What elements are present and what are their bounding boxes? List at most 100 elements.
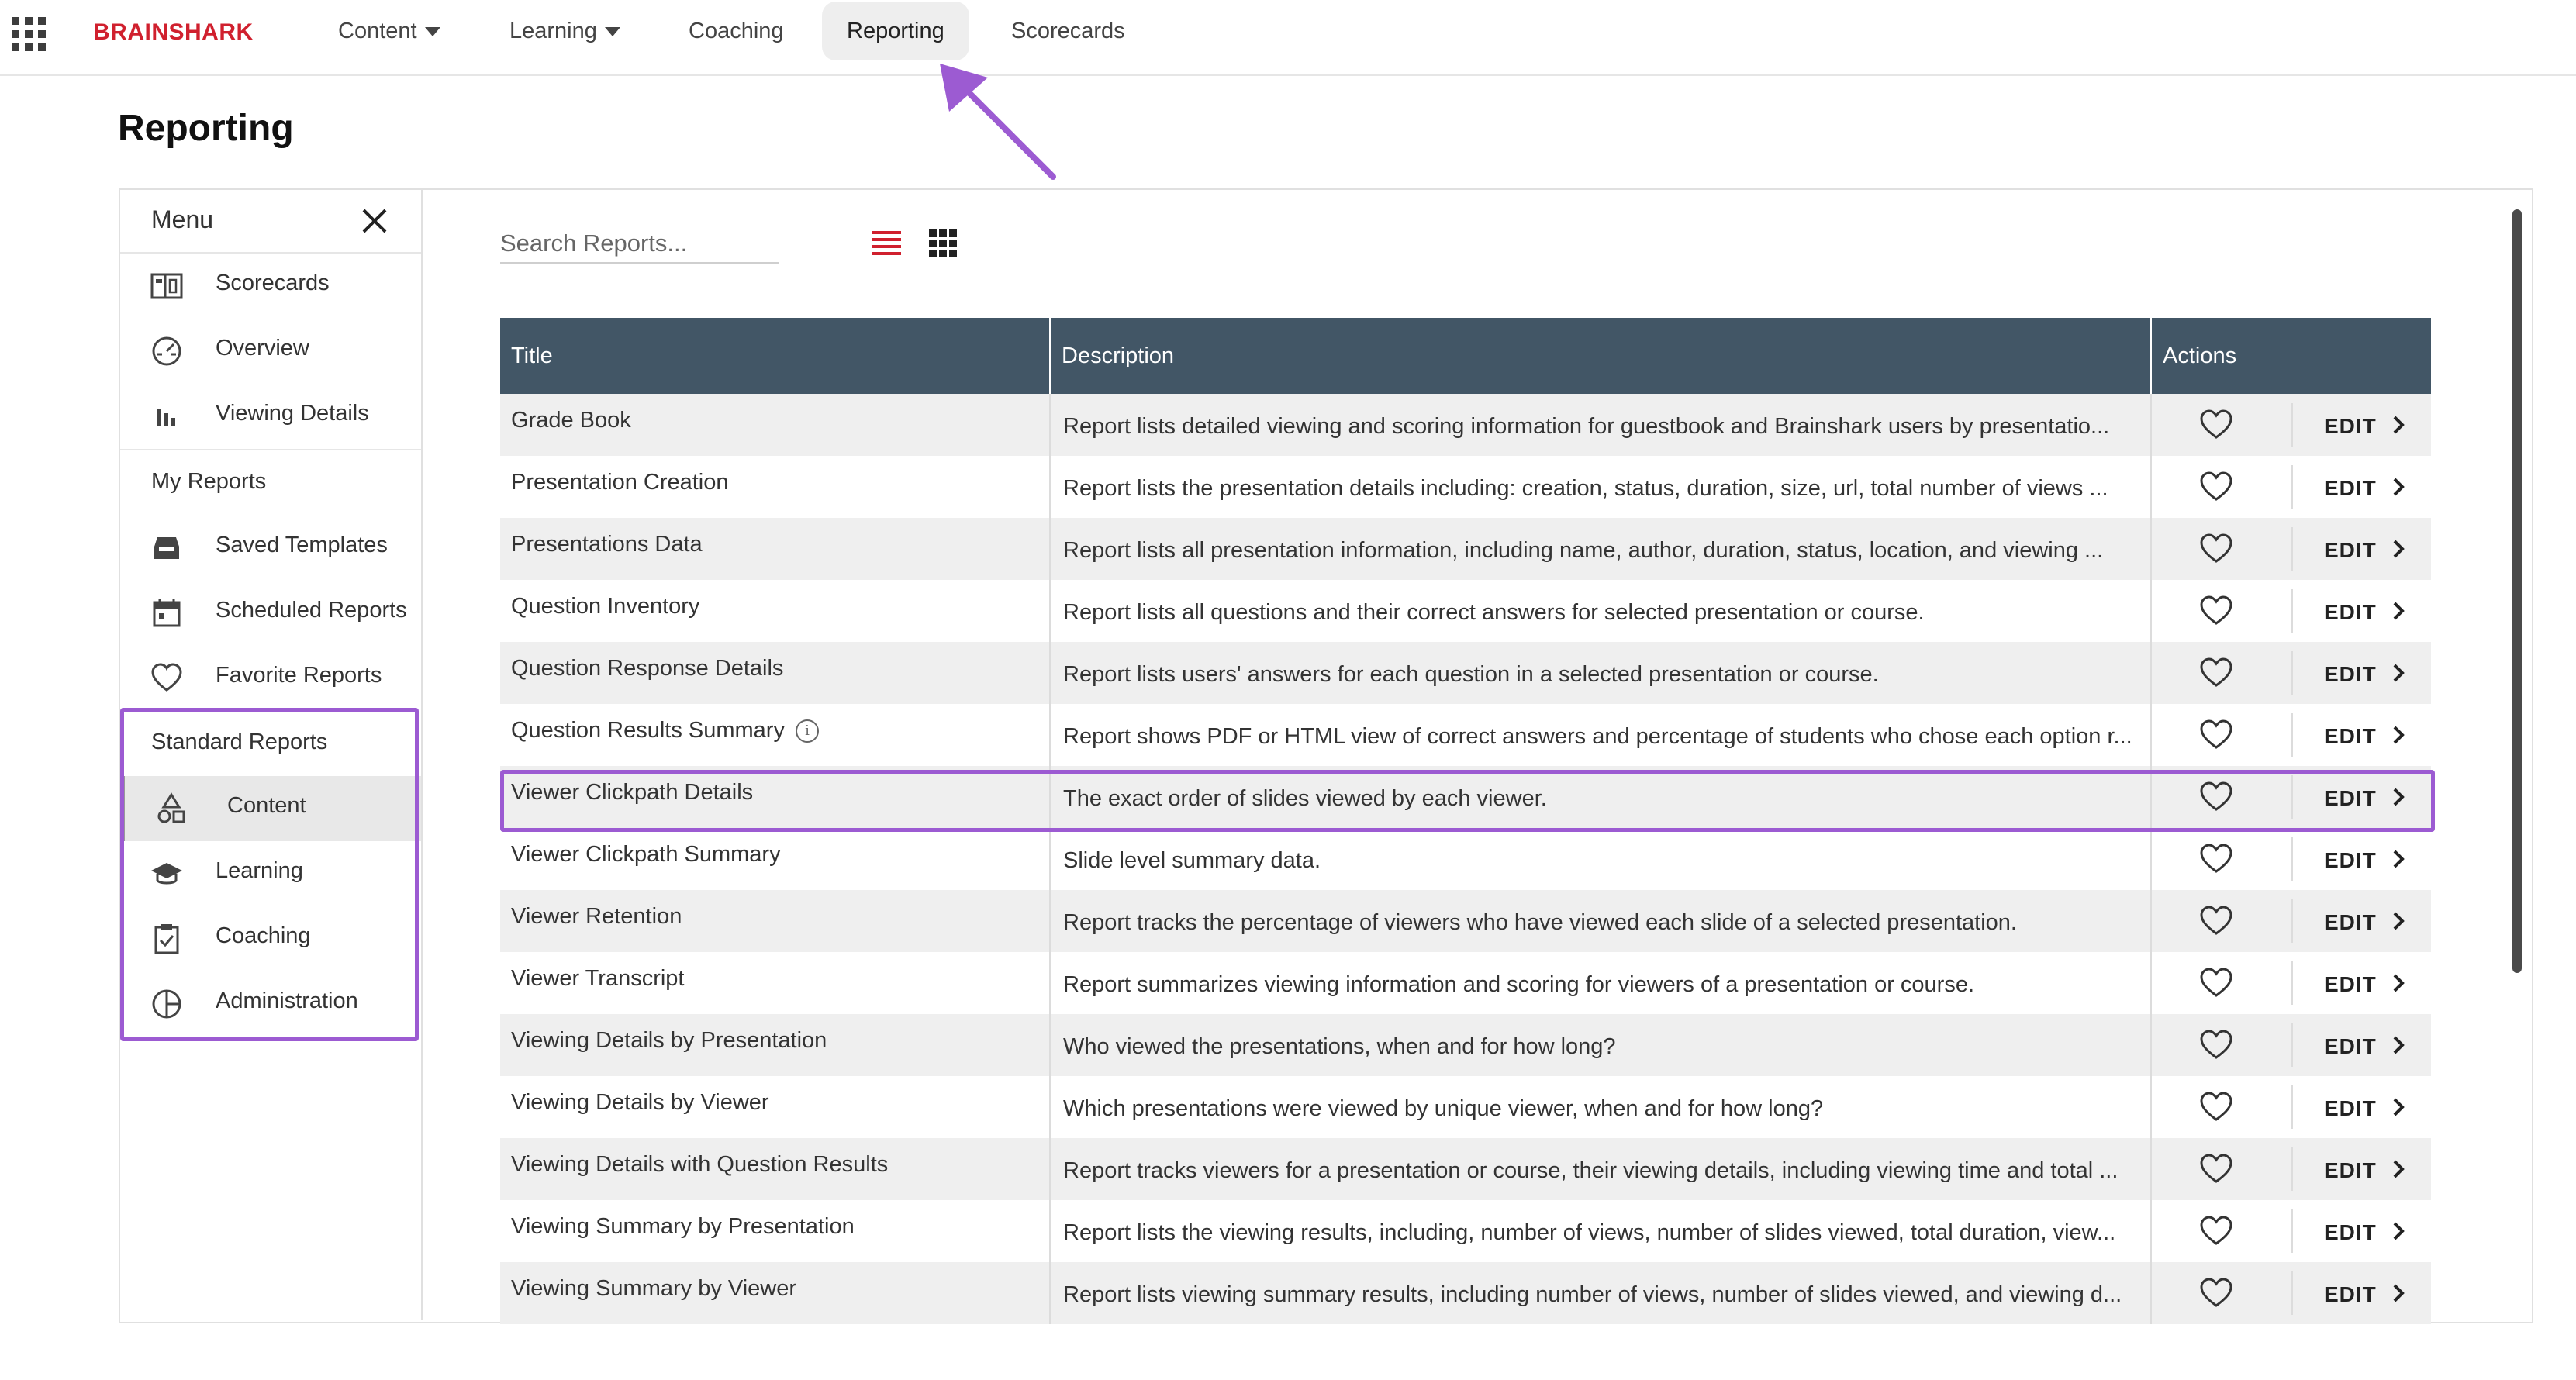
favorite-heart-icon[interactable] [2198, 1090, 2234, 1123]
favorite-heart-icon[interactable] [2198, 842, 2234, 875]
row-title[interactable]: Viewing Details by Viewer [500, 1076, 1051, 1138]
table-row[interactable]: Grade Book Report lists detailed viewing … [500, 394, 2431, 456]
edit-button[interactable]: EDIT [2324, 786, 2377, 811]
row-title[interactable]: Question Response Details [500, 642, 1051, 704]
search-input[interactable] [500, 225, 779, 264]
grid-view-icon[interactable] [929, 229, 957, 257]
row-title[interactable]: Presentations Data [500, 518, 1051, 580]
favorite-heart-icon[interactable] [2198, 470, 2234, 502]
chevron-right-icon[interactable] [2389, 1158, 2408, 1180]
table-row[interactable]: Viewer Clickpath Summary Slide level summ… [500, 828, 2431, 890]
table-row[interactable]: Viewing Details with Question Results Rep… [500, 1138, 2431, 1200]
nav-coaching[interactable]: Coaching [664, 0, 809, 62]
list-view-icon[interactable] [872, 231, 901, 256]
menu-item-coaching[interactable]: Coaching [120, 906, 421, 971]
favorite-heart-icon[interactable] [2198, 1028, 2234, 1061]
nav-content[interactable]: Content [313, 0, 465, 62]
row-title[interactable]: Question Results Summary i [500, 704, 1051, 766]
column-header-title[interactable]: Title [500, 318, 1051, 394]
favorite-heart-icon[interactable] [2198, 594, 2234, 626]
menu-item-learning[interactable]: Learning [120, 841, 421, 906]
favorite-heart-icon[interactable] [2198, 532, 2234, 564]
menu-item-scorecards[interactable]: Scorecards [120, 254, 421, 319]
chevron-right-icon[interactable] [2389, 600, 2408, 622]
row-title[interactable]: Grade Book [500, 394, 1051, 456]
chevron-right-icon[interactable] [2389, 538, 2408, 560]
edit-button[interactable]: EDIT [2324, 476, 2377, 501]
edit-button[interactable]: EDIT [2324, 1282, 2377, 1307]
chevron-right-icon[interactable] [2389, 1096, 2408, 1118]
table-row[interactable]: Viewing Details by Viewer Which presentat… [500, 1076, 2431, 1138]
favorite-heart-icon[interactable] [2198, 780, 2234, 812]
app-launcher-icon[interactable] [12, 17, 46, 51]
edit-button[interactable]: EDIT [2324, 600, 2377, 625]
chevron-right-icon[interactable] [2389, 972, 2408, 994]
menu-item-overview[interactable]: Overview [120, 319, 421, 384]
row-title-text: Viewer Clickpath Details [511, 780, 754, 805]
favorite-heart-icon[interactable] [2198, 904, 2234, 937]
menu-item-favorite-reports[interactable]: Favorite Reports [120, 646, 421, 711]
table-row[interactable]: Presentation Creation Report lists the pr… [500, 456, 2431, 518]
table-row[interactable]: Question Inventory Report lists all quest… [500, 580, 2431, 642]
nav-reporting[interactable]: Reporting [822, 2, 969, 60]
chevron-right-icon[interactable] [2389, 476, 2408, 498]
nav-learning[interactable]: Learning [485, 0, 645, 62]
table-row[interactable]: Question Response Details Report lists us… [500, 642, 2431, 704]
table-row[interactable]: Viewer Clickpath Details The exact order … [500, 766, 2431, 828]
edit-button[interactable]: EDIT [2324, 1158, 2377, 1183]
menu-item-content[interactable]: Content [120, 776, 421, 841]
table-row[interactable]: Presentations Data Report lists all prese… [500, 518, 2431, 580]
edit-button[interactable]: EDIT [2324, 662, 2377, 687]
table-row[interactable]: Viewing Summary by Viewer Report lists vi… [500, 1262, 2431, 1324]
chevron-right-icon[interactable] [2389, 1220, 2408, 1242]
chevron-right-icon[interactable] [2389, 724, 2408, 746]
edit-button[interactable]: EDIT [2324, 724, 2377, 749]
edit-button[interactable]: EDIT [2324, 414, 2377, 439]
close-icon[interactable] [361, 207, 388, 235]
nav-scorecards[interactable]: Scorecards [986, 0, 1150, 62]
table-row[interactable]: Viewer Retention Report tracks the percen… [500, 890, 2431, 952]
favorite-heart-icon[interactable] [2198, 1152, 2234, 1185]
table-row[interactable]: Viewing Summary by Presentation Report li… [500, 1200, 2431, 1262]
table-row[interactable]: Viewing Details by Presentation Who viewe… [500, 1014, 2431, 1076]
row-title[interactable]: Viewing Details by Presentation [500, 1014, 1051, 1076]
edit-button[interactable]: EDIT [2324, 538, 2377, 563]
menu-item-saved-templates[interactable]: Saved Templates [120, 516, 421, 581]
edit-button[interactable]: EDIT [2324, 1096, 2377, 1121]
favorite-heart-icon[interactable] [2198, 1276, 2234, 1309]
scrollbar[interactable] [2512, 209, 2522, 973]
edit-button[interactable]: EDIT [2324, 1220, 2377, 1245]
edit-button[interactable]: EDIT [2324, 1034, 2377, 1059]
chevron-right-icon[interactable] [2389, 786, 2408, 808]
favorite-heart-icon[interactable] [2198, 656, 2234, 688]
row-title[interactable]: Viewing Summary by Viewer [500, 1262, 1051, 1324]
menu-item-viewing-details[interactable]: Viewing Details [120, 384, 421, 449]
info-icon[interactable]: i [795, 719, 819, 743]
row-title[interactable]: Presentation Creation [500, 456, 1051, 518]
favorite-heart-icon[interactable] [2198, 718, 2234, 750]
chevron-right-icon[interactable] [2389, 1034, 2408, 1056]
favorite-heart-icon[interactable] [2198, 1214, 2234, 1247]
table-row[interactable]: Viewer Transcript Report summarizes viewi… [500, 952, 2431, 1014]
chevron-right-icon[interactable] [2389, 848, 2408, 870]
favorite-heart-icon[interactable] [2198, 408, 2234, 440]
chevron-right-icon[interactable] [2389, 414, 2408, 436]
favorite-heart-icon[interactable] [2198, 966, 2234, 999]
row-title[interactable]: Viewing Details with Question Results [500, 1138, 1051, 1200]
chevron-right-icon[interactable] [2389, 662, 2408, 684]
row-title[interactable]: Question Inventory [500, 580, 1051, 642]
table-row[interactable]: Question Results Summary i Report shows PD… [500, 704, 2431, 766]
row-title[interactable]: Viewing Summary by Presentation [500, 1200, 1051, 1262]
row-title[interactable]: Viewer Retention [500, 890, 1051, 952]
chevron-right-icon[interactable] [2389, 1282, 2408, 1304]
menu-item-administration[interactable]: Administration [120, 971, 421, 1037]
edit-button[interactable]: EDIT [2324, 972, 2377, 997]
menu-item-scheduled-reports[interactable]: Scheduled Reports [120, 581, 421, 646]
brand-logo[interactable]: BRAINSHARK [93, 17, 254, 48]
edit-button[interactable]: EDIT [2324, 910, 2377, 935]
row-title[interactable]: Viewer Transcript [500, 952, 1051, 1014]
edit-button[interactable]: EDIT [2324, 848, 2377, 873]
chevron-right-icon[interactable] [2389, 910, 2408, 932]
row-title[interactable]: Viewer Clickpath Details [500, 766, 1051, 828]
row-title[interactable]: Viewer Clickpath Summary [500, 828, 1051, 890]
